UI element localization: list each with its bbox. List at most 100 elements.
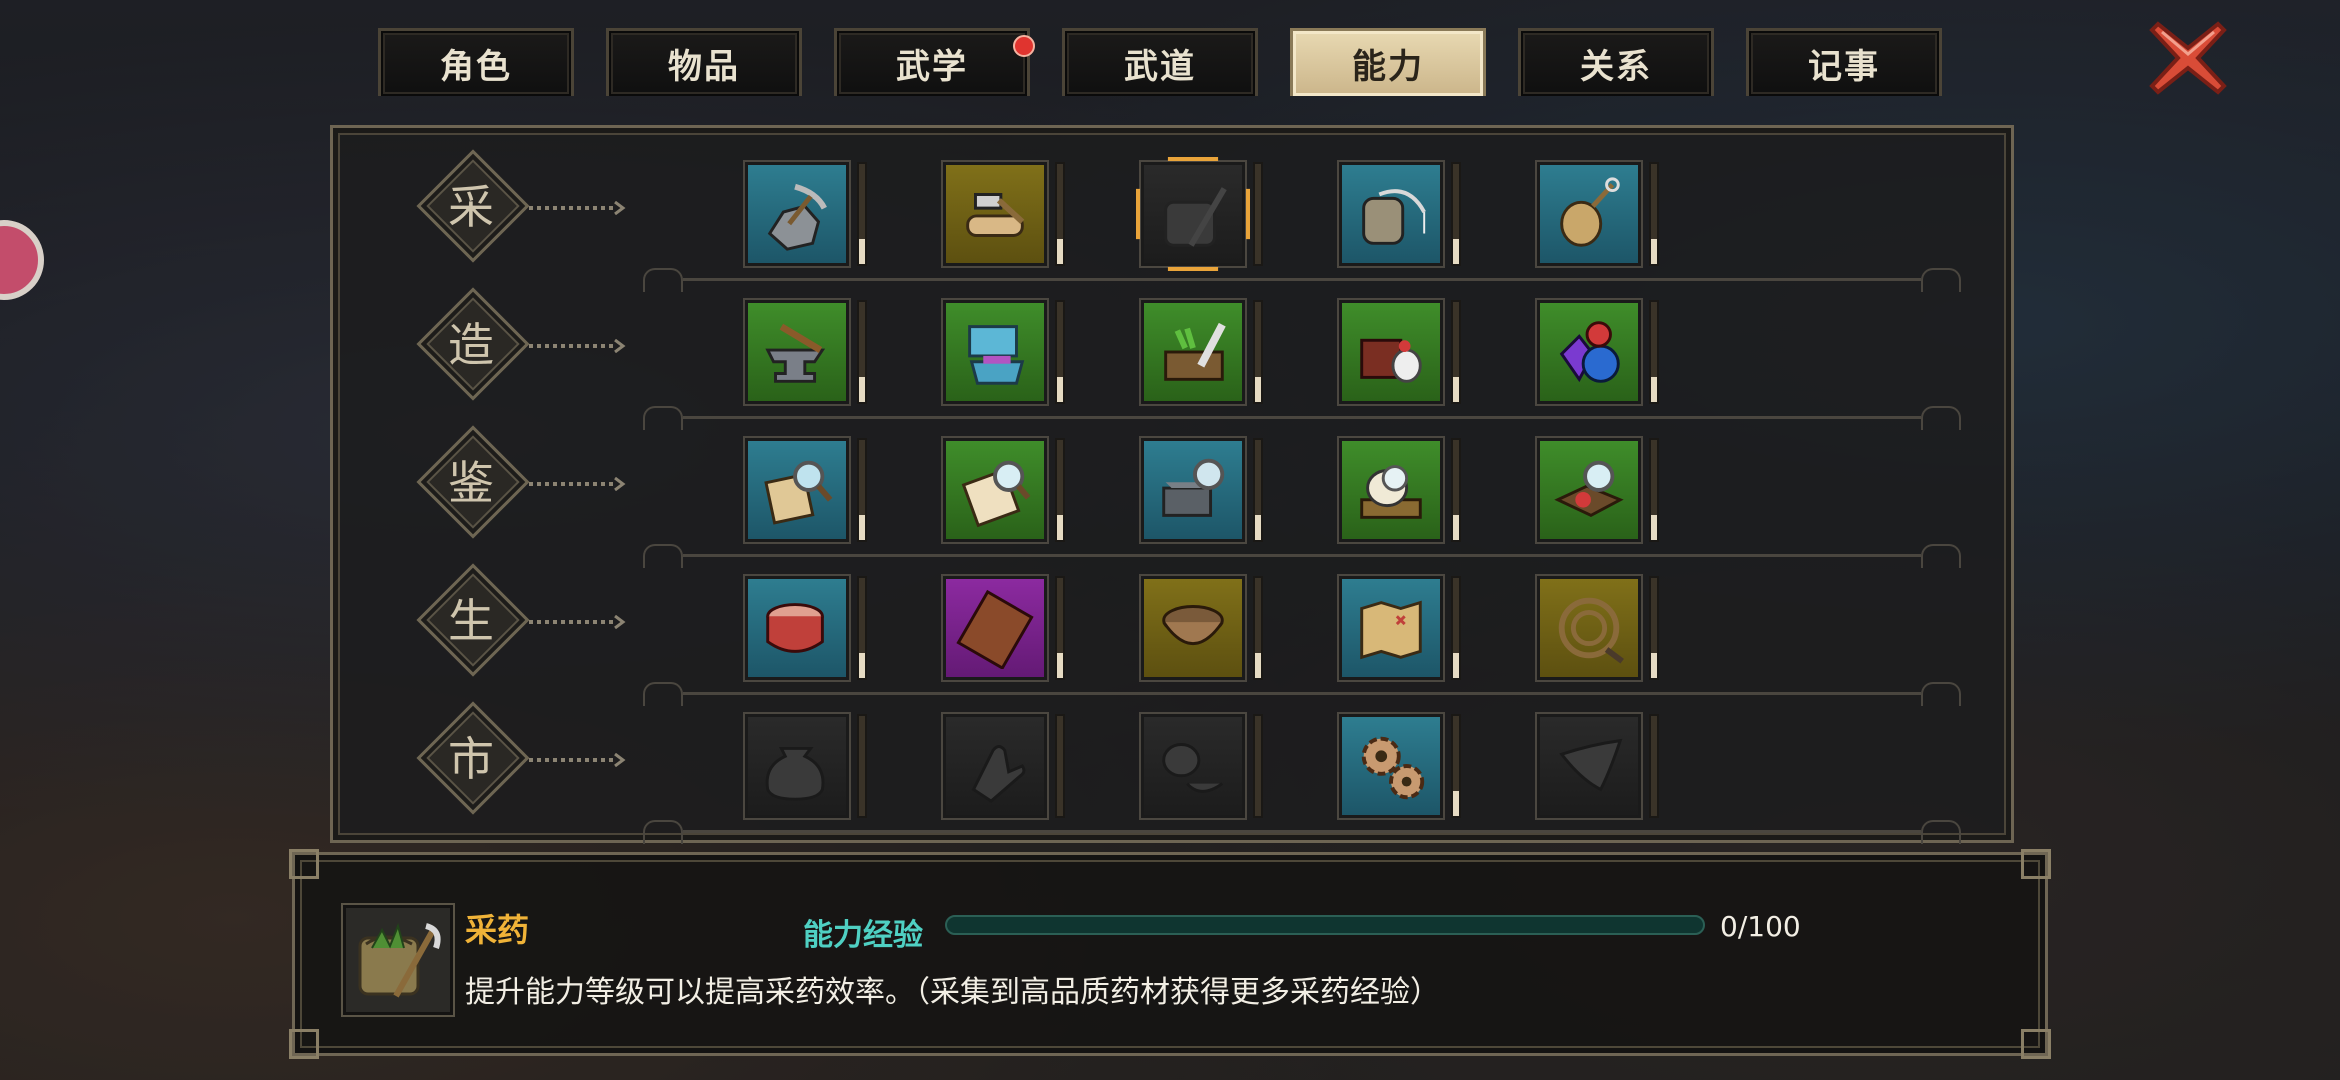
frame-corner <box>289 849 319 879</box>
ability-level-fill <box>1255 377 1261 402</box>
ability-slot[interactable] <box>745 438 849 542</box>
category-label: 生 <box>448 594 494 648</box>
ability-level-bar <box>1055 438 1065 542</box>
frame-corner <box>289 1029 319 1059</box>
dotted-arrow-icon <box>529 752 629 768</box>
ability-slot[interactable] <box>1537 162 1641 266</box>
ability-slot[interactable] <box>1141 438 1245 542</box>
tab-label: 能力 <box>1352 47 1424 87</box>
category-label: 鉴 <box>448 456 494 510</box>
ability-slot[interactable] <box>745 162 849 266</box>
ability-level-bar <box>857 300 867 404</box>
ability-level-bar <box>1055 300 1065 404</box>
ability-level-fill <box>1453 791 1459 816</box>
ability-level-fill <box>1057 653 1063 678</box>
ability-slot[interactable] <box>1339 714 1443 818</box>
ability-slot[interactable] <box>1141 714 1245 818</box>
ability-slot[interactable] <box>943 300 1047 404</box>
ability-grid-panel: 采造鉴生市 <box>330 125 2014 844</box>
ability-slot[interactable] <box>1141 162 1245 266</box>
ability-level-fill <box>1651 239 1657 264</box>
ability-slot[interactable] <box>943 162 1047 266</box>
ability-level-bar <box>857 438 867 542</box>
ability-level-bar <box>1253 576 1263 680</box>
ability-row: 造 <box>333 287 2011 430</box>
ability-level-fill <box>1057 377 1063 402</box>
row-divider <box>643 544 1961 568</box>
ability-level-bar <box>1253 714 1263 818</box>
ability-slot[interactable] <box>943 438 1047 542</box>
category-badge: 采 <box>416 149 530 263</box>
tab-2[interactable]: 武学 <box>834 28 1035 96</box>
tab-6[interactable]: 记事 <box>1746 28 1942 96</box>
ability-slot[interactable] <box>1339 162 1443 266</box>
ability-slot[interactable] <box>943 714 1047 818</box>
ability-level-bar <box>1649 162 1659 266</box>
ability-row: 生 <box>333 563 2011 706</box>
ability-level-fill <box>1453 377 1459 402</box>
ability-level-fill <box>1255 515 1261 540</box>
ability-slot[interactable] <box>1537 714 1641 818</box>
tab-label: 武学 <box>896 47 968 87</box>
ability-level-bar <box>1649 576 1659 680</box>
ability-level-fill <box>1453 239 1459 264</box>
ability-level-fill <box>1255 653 1261 678</box>
exp-progress-bar <box>945 915 1705 935</box>
frame-corner <box>2021 849 2051 879</box>
ability-level-fill <box>859 653 865 678</box>
ability-level-bar <box>1451 300 1461 404</box>
dotted-arrow-icon <box>529 338 629 354</box>
ability-row: 采 <box>333 149 2011 292</box>
category-badge: 生 <box>416 563 530 677</box>
tab-3[interactable]: 武道 <box>1062 28 1258 96</box>
notification-dot <box>1013 35 1035 57</box>
tab-0[interactable]: 角色 <box>378 28 574 96</box>
ability-slot[interactable] <box>1339 438 1443 542</box>
category-label: 造 <box>448 318 494 372</box>
ability-level-bar <box>1451 714 1461 818</box>
category-label: 市 <box>448 732 494 786</box>
ability-level-fill <box>1651 515 1657 540</box>
frame-corner <box>2021 1029 2051 1059</box>
category-badge: 市 <box>416 701 530 815</box>
ability-level-bar <box>1649 438 1659 542</box>
ability-slot[interactable] <box>1537 438 1641 542</box>
dotted-arrow-icon <box>529 476 629 492</box>
row-divider <box>643 682 1961 706</box>
ability-level-fill <box>1651 653 1657 678</box>
ability-title: 采药 <box>465 911 530 949</box>
close-icon <box>2149 21 2227 95</box>
ability-level-bar <box>1055 714 1065 818</box>
tab-5[interactable]: 关系 <box>1518 28 1714 96</box>
ability-slot[interactable] <box>745 300 849 404</box>
ability-slot[interactable] <box>943 576 1047 680</box>
ability-level-fill <box>859 515 865 540</box>
ability-level-bar <box>1253 162 1263 266</box>
ability-row: 市 <box>333 701 2011 844</box>
ability-slot[interactable] <box>745 576 849 680</box>
tab-4[interactable]: 能力 <box>1290 28 1486 96</box>
tab-1[interactable]: 物品 <box>606 28 802 96</box>
ability-slot[interactable] <box>1339 576 1443 680</box>
ability-level-fill <box>859 239 865 264</box>
tab-label: 角色 <box>440 47 512 87</box>
ability-slot[interactable] <box>1141 576 1245 680</box>
exp-label: 能力经验 <box>803 918 923 953</box>
ability-level-fill <box>1057 239 1063 264</box>
ability-level-bar <box>1055 162 1065 266</box>
ability-slot[interactable] <box>1537 300 1641 404</box>
category-badge: 造 <box>416 287 530 401</box>
ability-slot[interactable] <box>1339 300 1443 404</box>
close-button[interactable] <box>2148 18 2228 98</box>
ability-slot[interactable] <box>745 714 849 818</box>
tab-label: 物品 <box>668 47 740 87</box>
ability-level-fill <box>859 377 865 402</box>
ability-slot[interactable] <box>1537 576 1641 680</box>
exp-value: 0/100 <box>1720 910 1801 943</box>
category-label: 采 <box>448 180 494 234</box>
ability-slot[interactable] <box>1141 300 1245 404</box>
ability-description: 提升能力等级可以提高采药效率。（采集到高品质药材获得更多采药经验） <box>465 975 1440 1010</box>
herb-sickle-icon <box>343 905 453 1015</box>
ability-level-bar <box>1649 300 1659 404</box>
ability-level-bar <box>1451 576 1461 680</box>
